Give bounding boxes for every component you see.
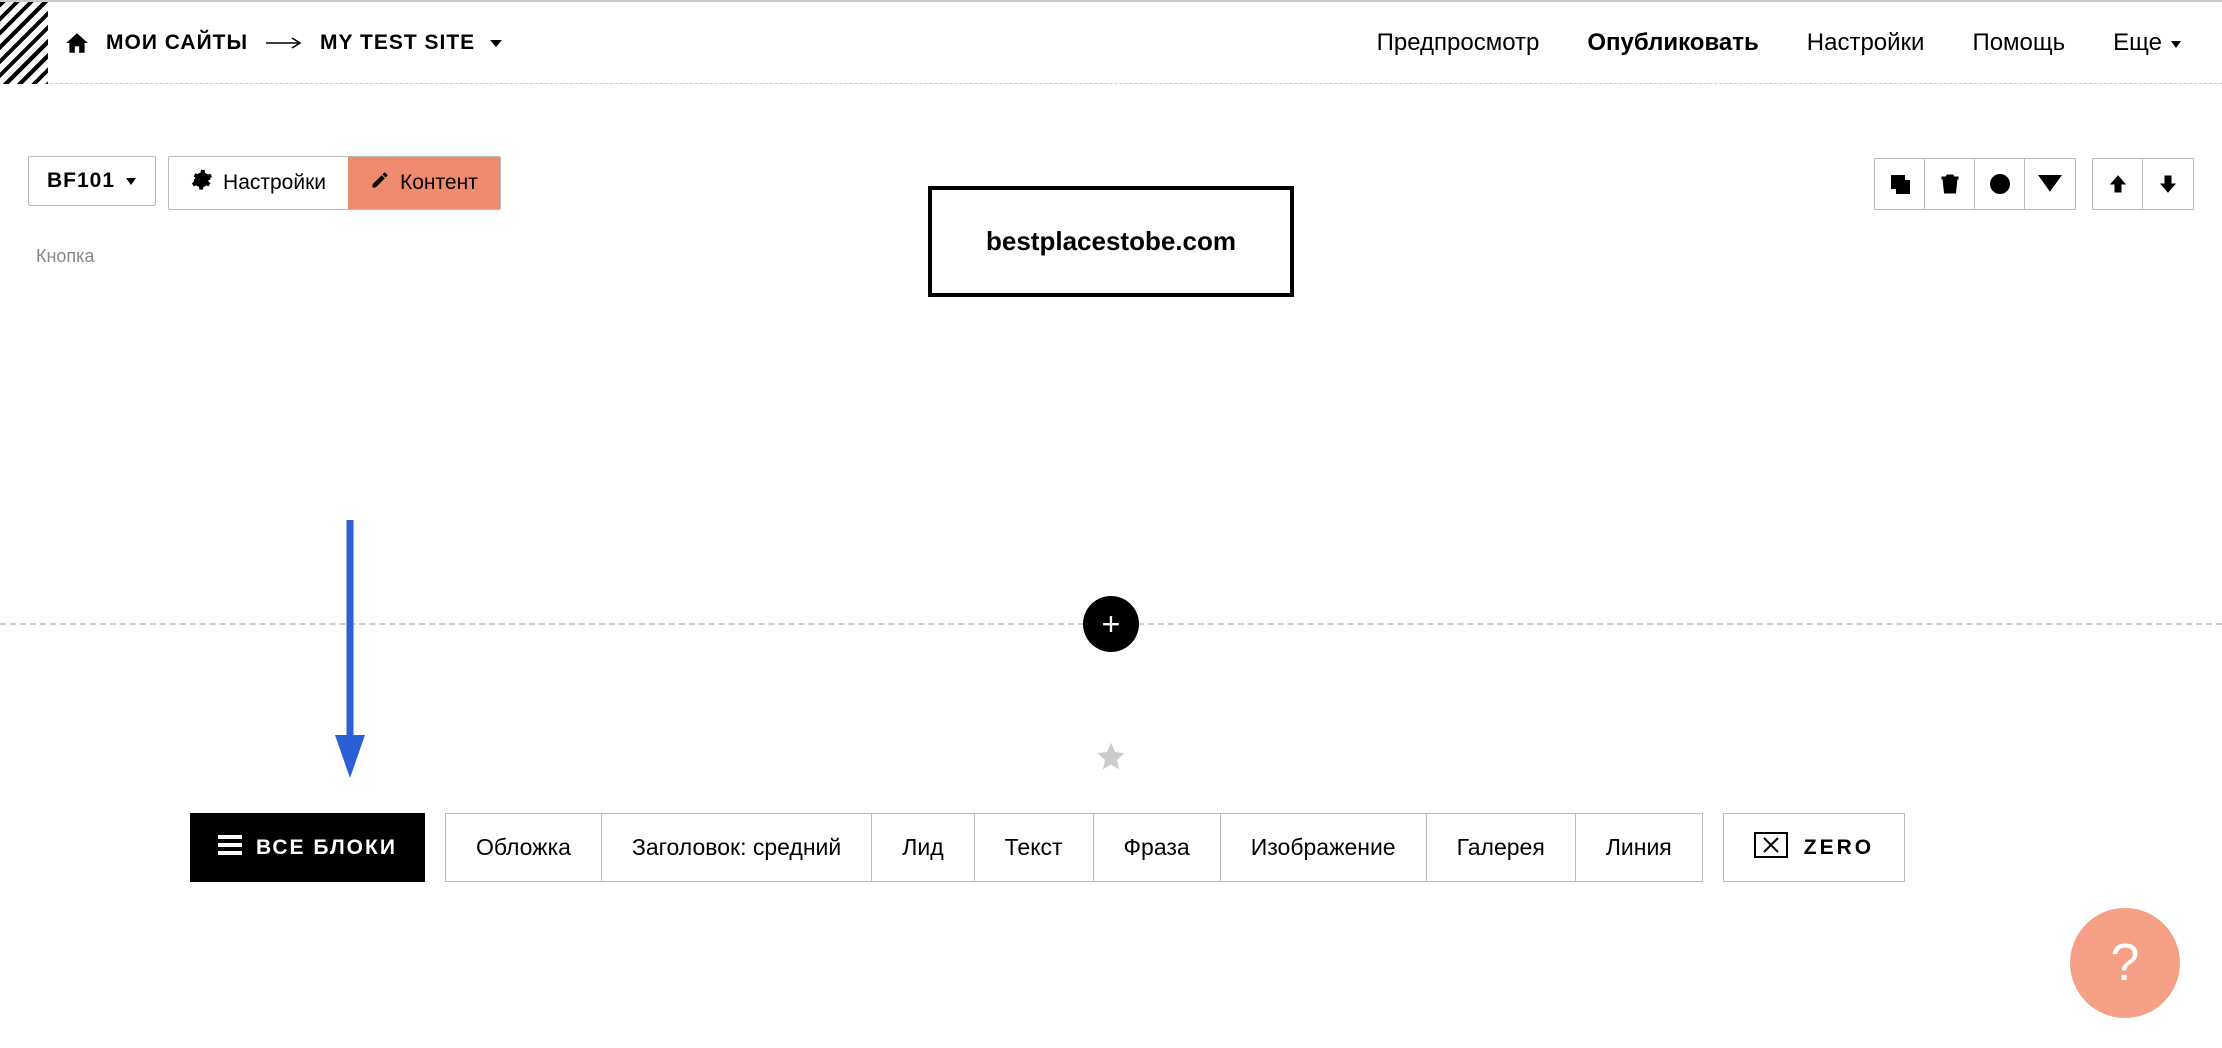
my-sites-link[interactable]: МОИ САЙТЫ [106,31,248,55]
category-heading-mid[interactable]: Заголовок: средний [602,814,872,881]
help-bubble-button[interactable]: ? [2070,908,2180,1018]
arrow-right-icon [266,31,302,55]
block-id-dropdown[interactable]: BF101 [28,156,156,206]
canvas-button-text: bestplacestobe.com [986,226,1236,256]
caret-down-icon[interactable] [489,31,503,55]
category-phrase[interactable]: Фраза [1094,814,1221,881]
preview-link[interactable]: Предпросмотр [1377,29,1540,57]
category-lead[interactable]: Лид [872,814,974,881]
all-blocks-button[interactable]: ВСЕ БЛОКИ [190,813,425,882]
category-cover[interactable]: Обложка [446,814,602,881]
move-down-button[interactable] [2143,159,2193,209]
help-link[interactable]: Помощь [1972,29,2065,57]
zero-label: ZERO [1804,836,1874,860]
plus-icon: + [1102,606,1121,643]
block-settings-button[interactable]: Настройки [169,157,348,209]
duplicate-button[interactable] [1875,159,1925,209]
all-blocks-label: ВСЕ БЛОКИ [256,836,397,860]
category-gallery[interactable]: Галерея [1427,814,1576,881]
pencil-icon [370,170,390,196]
more-label: Еще [2113,29,2162,57]
home-icon[interactable] [64,30,90,56]
category-image[interactable]: Изображение [1221,814,1427,881]
more-menu[interactable]: Еще [2113,29,2182,57]
block-settings-label: Настройки [223,171,326,195]
visibility-button[interactable] [1975,159,2025,209]
block-content-button[interactable]: Контент [348,157,500,209]
category-text[interactable]: Текст [975,814,1094,881]
caret-down-icon [125,169,137,193]
caret-down-icon [2170,29,2182,57]
annotation-arrow [330,520,370,785]
canvas-button-block[interactable]: bestplacestobe.com [928,186,1294,297]
block-id-label: BF101 [47,169,115,193]
delete-button[interactable] [1925,159,1975,209]
help-question-mark: ? [2111,933,2140,993]
zero-block-icon [1754,832,1788,864]
favorite-star-icon[interactable] [1095,740,1127,777]
zero-block-button[interactable]: ZERO [1723,813,1905,882]
app-logo-zigzag [0,2,48,84]
category-line[interactable]: Линия [1576,814,1702,881]
add-block-button[interactable]: + [1083,596,1139,652]
block-type-label: Кнопка [36,246,94,267]
hamburger-icon [218,835,242,861]
settings-link[interactable]: Настройки [1807,29,1925,57]
breadcrumb: МОИ САЙТЫ MY TEST SITE [106,31,503,55]
move-up-button[interactable] [2093,159,2143,209]
more-actions-button[interactable] [2025,159,2075,209]
gear-icon [191,169,213,197]
site-name[interactable]: MY TEST SITE [320,31,475,55]
block-content-label: Контент [400,171,478,195]
publish-link[interactable]: Опубликовать [1587,29,1758,57]
